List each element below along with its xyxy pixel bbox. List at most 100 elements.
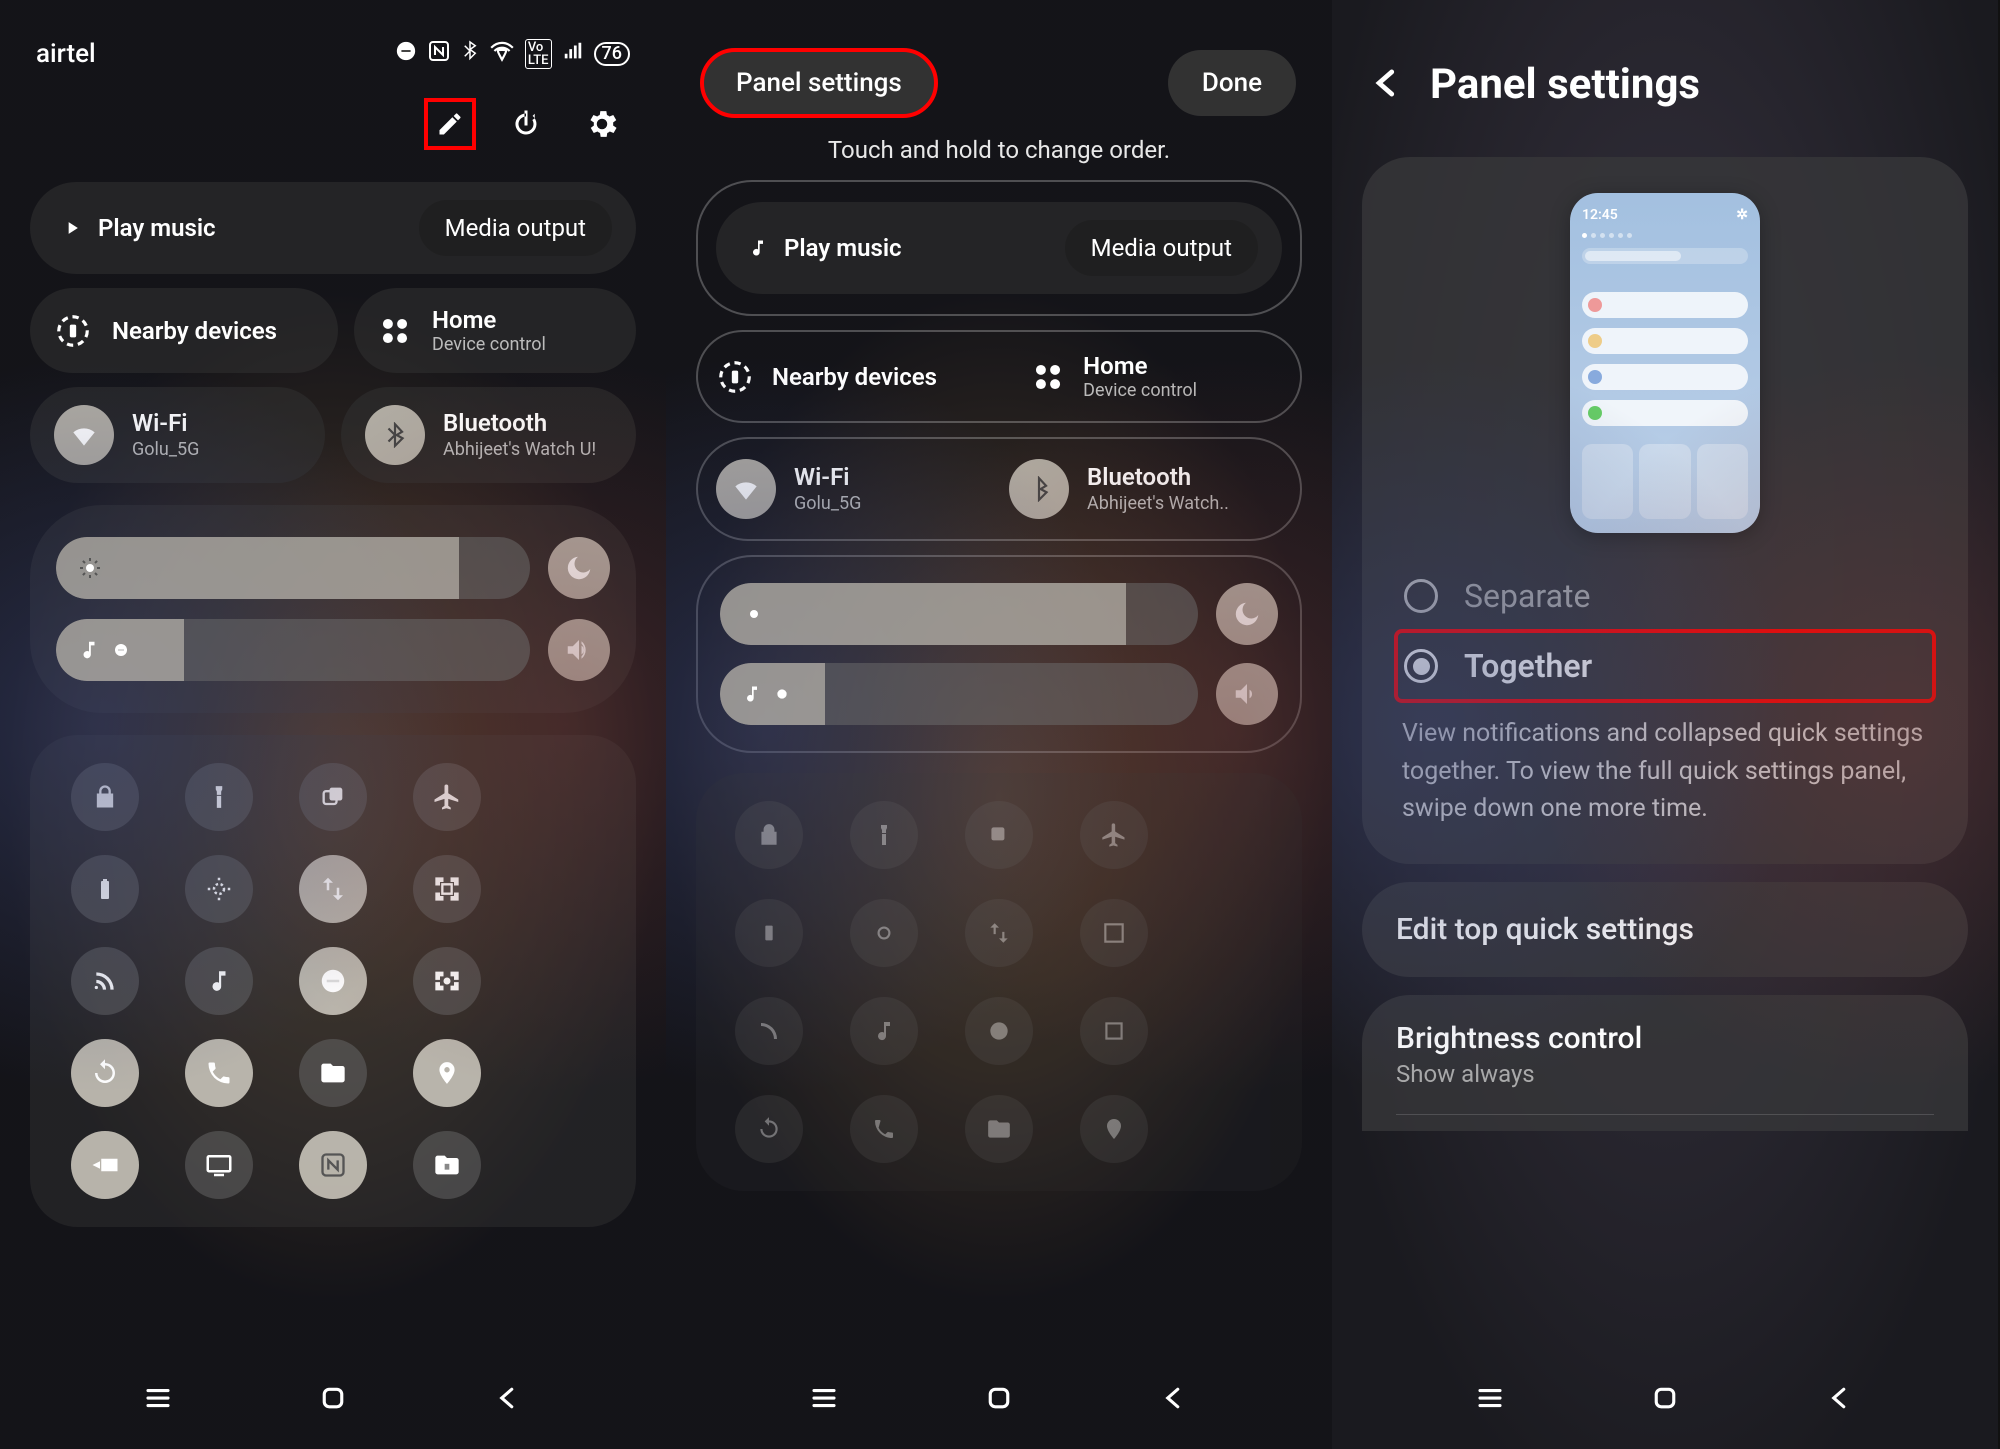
volte-icon: VoLTE bbox=[525, 39, 552, 69]
back-button[interactable] bbox=[1368, 64, 1406, 106]
edit-hint: Touch and hold to change order. bbox=[666, 136, 1332, 164]
qs-rss-d[interactable] bbox=[735, 997, 803, 1065]
music-note-icon bbox=[748, 238, 768, 258]
qs-data-transfer[interactable] bbox=[299, 855, 367, 923]
qs-airplane[interactable] bbox=[413, 763, 481, 831]
bt-sub: Abhijeet's Watch U! bbox=[443, 440, 596, 460]
settings-button[interactable] bbox=[578, 100, 626, 148]
panel-settings-button[interactable]: Panel settings bbox=[702, 50, 936, 116]
qs-multi-d[interactable] bbox=[965, 801, 1033, 869]
nav-recents[interactable] bbox=[809, 1383, 839, 1417]
brightness-slider[interactable] bbox=[56, 537, 530, 599]
qs-wifi-calling[interactable] bbox=[185, 1039, 253, 1107]
qs-smart-view[interactable] bbox=[71, 1131, 139, 1199]
wifi-sub: Golu_5G bbox=[794, 494, 861, 514]
dark-mode-toggle[interactable] bbox=[548, 537, 610, 599]
qs-qr-d[interactable] bbox=[1080, 899, 1148, 967]
qs-sync[interactable] bbox=[71, 1039, 139, 1107]
qs-rss[interactable] bbox=[71, 947, 139, 1015]
speaker-icon bbox=[1232, 679, 1262, 709]
nav-home[interactable] bbox=[1650, 1383, 1680, 1417]
qs-file-d[interactable] bbox=[965, 1095, 1033, 1163]
nearby-label: Nearby devices bbox=[112, 317, 277, 345]
sound-button[interactable] bbox=[548, 619, 610, 681]
nearby-devices-tile[interactable]: Nearby devices bbox=[30, 288, 338, 373]
phone-3-panel-settings: Panel settings 12:45 ✲ Separate bbox=[1332, 0, 1998, 1449]
preview-dots bbox=[1582, 233, 1748, 238]
qs-bat-d[interactable] bbox=[735, 899, 803, 967]
sliders-card bbox=[30, 505, 636, 713]
media-widget-edit[interactable]: Play music Media output bbox=[716, 202, 1282, 294]
qs-flashlight[interactable] bbox=[185, 763, 253, 831]
radio-checked-icon bbox=[1404, 649, 1438, 683]
qs-call-d[interactable] bbox=[850, 1095, 918, 1163]
preview-gear-icon: ✲ bbox=[1736, 207, 1748, 223]
qs-music-d[interactable] bbox=[850, 997, 918, 1065]
qs-music[interactable] bbox=[185, 947, 253, 1015]
bt-tile-edit[interactable]: Bluetooth Abhijeet's Watch.. bbox=[1009, 459, 1282, 519]
wifi-tile[interactable]: Wi-Fi Golu_5G bbox=[30, 387, 325, 483]
bluetooth-tile[interactable]: Bluetooth Abhijeet's Watch U! bbox=[341, 387, 636, 483]
qs-secure-folder[interactable] bbox=[413, 1131, 481, 1199]
qs-dnd[interactable] bbox=[299, 947, 367, 1015]
grid-icon bbox=[1031, 360, 1065, 394]
nearby-tile-edit[interactable]: Nearby devices bbox=[716, 358, 1011, 396]
brightness-item[interactable]: Brightness control Show always bbox=[1362, 995, 1968, 1131]
home-tile-edit[interactable]: Home Device control bbox=[1031, 352, 1282, 401]
nav-back[interactable] bbox=[1159, 1383, 1189, 1417]
nav-back[interactable] bbox=[1825, 1383, 1855, 1417]
nav-recents[interactable] bbox=[1475, 1383, 1505, 1417]
speaker-icon bbox=[564, 635, 594, 665]
qs-multiwindow[interactable] bbox=[299, 763, 367, 831]
qs-auto-brightness[interactable] bbox=[185, 855, 253, 923]
music-note-icon bbox=[78, 639, 100, 661]
nav-home[interactable] bbox=[984, 1383, 1014, 1417]
radio-unchecked-icon bbox=[1404, 579, 1438, 613]
qs-lock-d[interactable] bbox=[735, 801, 803, 869]
brightness-slider-edit[interactable] bbox=[720, 583, 1198, 645]
play-icon bbox=[62, 218, 82, 238]
qs-qr-scan[interactable] bbox=[413, 855, 481, 923]
nav-recents[interactable] bbox=[143, 1383, 173, 1417]
play-music-label: Play music bbox=[98, 214, 216, 242]
volume-slider[interactable] bbox=[56, 619, 530, 681]
qs-nfc-tile[interactable] bbox=[299, 1131, 367, 1199]
battery-indicator: 76 bbox=[594, 42, 630, 66]
device-control-tile[interactable]: Home Device control bbox=[354, 288, 636, 373]
edit-button[interactable] bbox=[426, 100, 474, 148]
option-separate[interactable]: Separate bbox=[1396, 561, 1934, 631]
phone-1-quick-settings: airtel VoLTE 76 bbox=[0, 0, 666, 1449]
option-together[interactable]: Together bbox=[1396, 631, 1934, 701]
done-button[interactable]: Done bbox=[1168, 50, 1296, 116]
media-player-widget[interactable]: Play music Media output bbox=[30, 182, 636, 274]
qs-location[interactable] bbox=[413, 1039, 481, 1107]
qs-auto-d[interactable] bbox=[850, 899, 918, 967]
nfc-icon bbox=[427, 38, 451, 70]
qs-flash-d[interactable] bbox=[850, 801, 918, 869]
qs-data-d[interactable] bbox=[965, 899, 1033, 967]
navigation-bar-3 bbox=[1332, 1365, 1998, 1435]
qs-lock[interactable] bbox=[71, 763, 139, 831]
qs-dnd-d[interactable] bbox=[965, 997, 1033, 1065]
qs-files[interactable] bbox=[299, 1039, 367, 1107]
moon-icon bbox=[564, 553, 594, 583]
bluetooth-status-icon bbox=[461, 38, 479, 70]
nav-back[interactable] bbox=[493, 1383, 523, 1417]
nav-home[interactable] bbox=[318, 1383, 348, 1417]
qs-dex[interactable] bbox=[185, 1131, 253, 1199]
media-output-edit[interactable]: Media output bbox=[1065, 220, 1258, 276]
qs-sync-d[interactable] bbox=[735, 1095, 803, 1163]
qs-air-d[interactable] bbox=[1080, 801, 1148, 869]
qs-loc-d[interactable] bbox=[1080, 1095, 1148, 1163]
qs-screen-record[interactable] bbox=[413, 947, 481, 1015]
power-button[interactable] bbox=[502, 100, 550, 148]
edit-top-item[interactable]: Edit top quick settings bbox=[1362, 882, 1968, 977]
dark-mode-edit[interactable] bbox=[1216, 583, 1278, 645]
qs-rec-d[interactable] bbox=[1080, 997, 1148, 1065]
sound-edit[interactable] bbox=[1216, 663, 1278, 725]
moon-icon bbox=[1232, 599, 1262, 629]
media-output-button[interactable]: Media output bbox=[419, 200, 612, 256]
qs-battery[interactable] bbox=[71, 855, 139, 923]
volume-slider-edit[interactable] bbox=[720, 663, 1198, 725]
wifi-tile-edit[interactable]: Wi-Fi Golu_5G bbox=[716, 459, 989, 519]
